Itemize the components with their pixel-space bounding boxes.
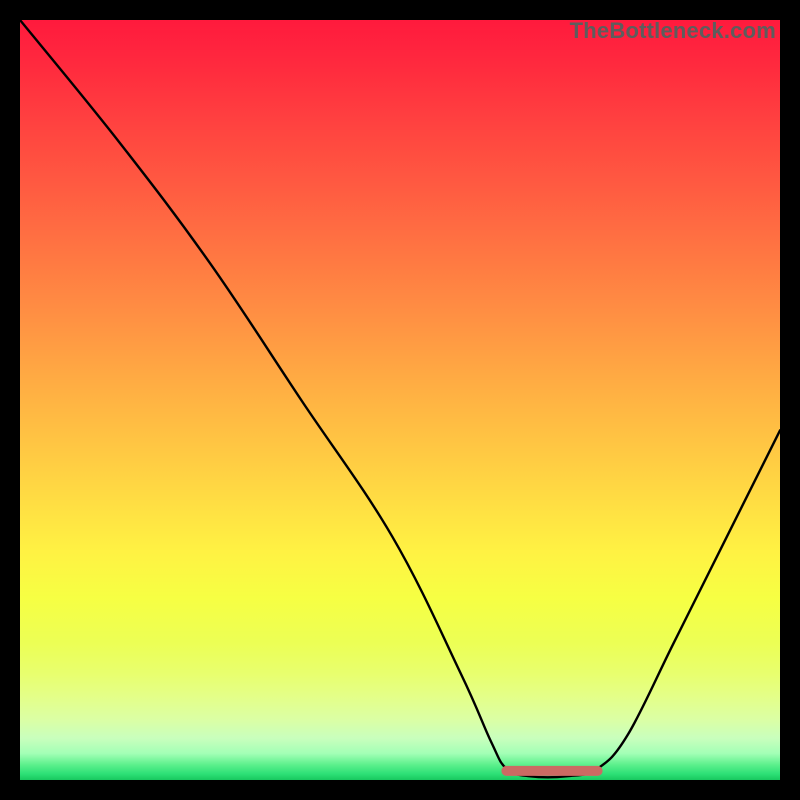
chart-frame: TheBottleneck.com [20,20,780,780]
curve-layer [20,20,780,780]
watermark-text: TheBottleneck.com [570,18,776,44]
bottleneck-curve [20,20,780,777]
plot-area: TheBottleneck.com [20,20,780,780]
